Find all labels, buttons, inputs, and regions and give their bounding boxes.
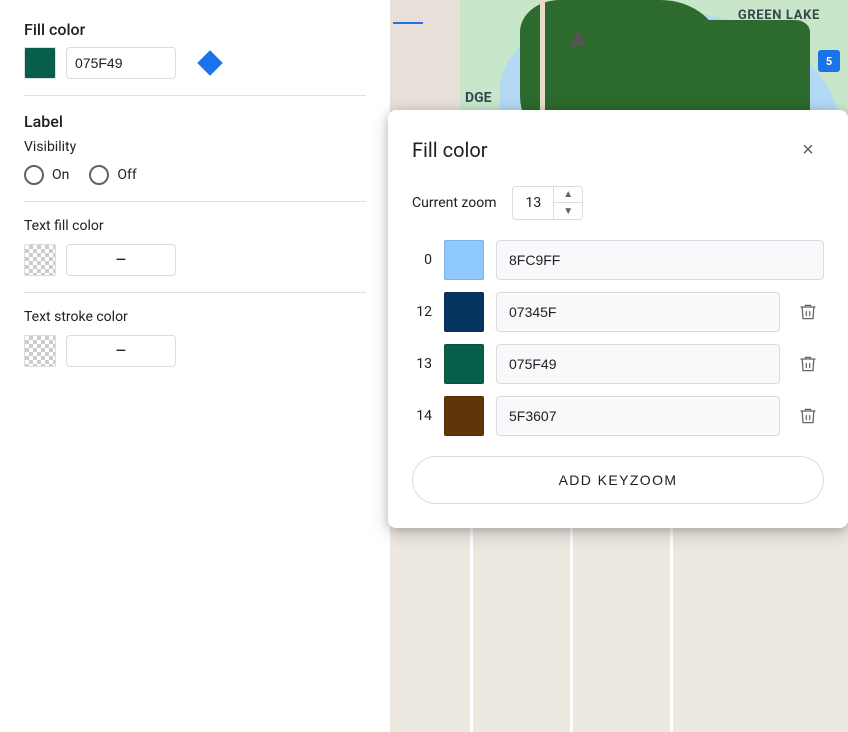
radio-on[interactable]: On [24,165,69,185]
text-stroke-section: Text stroke color – [24,309,366,367]
entry-0-hex-input[interactable] [496,240,824,280]
zoom-value: 13 [513,189,553,217]
divider-3 [24,292,366,293]
zoom-spinner[interactable]: 13 ▲ ▼ [512,186,583,220]
text-stroke-input[interactable]: – [66,335,176,367]
zoom-arrows: ▲ ▼ [553,187,582,219]
zoom-up-button[interactable]: ▲ [554,187,582,203]
text-stroke-label: Text stroke color [24,309,366,325]
add-keyzoom-button[interactable]: ADD KEYZOOM [412,456,824,504]
color-entry-13: 13 [412,344,824,384]
radio-group: On Off [24,165,366,185]
color-entry-12: 12 [412,292,824,332]
entry-0-swatch[interactable] [444,240,484,280]
text-fill-section: Text fill color – [24,218,366,276]
text-fill-input[interactable]: – [66,244,176,276]
entry-12-swatch[interactable] [444,292,484,332]
entry-13-zoom: 13 [412,356,432,372]
radio-on-label: On [52,167,69,183]
fill-color-popup: Fill color × Current zoom 13 ▲ ▼ 0 12 [388,110,848,528]
divider-2 [24,201,366,202]
highway-5-badge: 5 [826,55,832,68]
popup-title: Fill color [412,138,488,162]
fill-color-input[interactable] [66,47,176,79]
radio-off-label: Off [117,167,136,183]
zoom-down-button[interactable]: ▼ [554,203,582,219]
fill-color-section: Fill color [24,20,366,79]
label-title: Label [24,112,366,131]
entry-13-delete-button[interactable] [792,348,824,380]
entry-13-swatch[interactable] [444,344,484,384]
dge-label: DGE [465,90,492,106]
close-button[interactable]: × [792,134,824,166]
entry-12-delete-button[interactable] [792,296,824,328]
entry-0-zoom: 0 [412,252,432,268]
entry-14-hex-input[interactable] [496,396,780,436]
color-entry-0: 0 [412,240,824,280]
fill-color-swatch[interactable] [24,47,56,79]
current-zoom-label: Current zoom [412,195,496,211]
radio-off-circle [89,165,109,185]
entry-13-hex-input[interactable] [496,344,780,384]
text-stroke-swatch[interactable] [24,335,56,367]
text-fill-label: Text fill color [24,218,366,234]
entry-14-delete-button[interactable] [792,400,824,432]
divider-1 [24,95,366,96]
left-panel: Fill color Label Visibility On Off [0,0,390,732]
popup-header: Fill color × [412,134,824,166]
color-entries: 0 12 13 [412,240,824,436]
fill-color-row [24,47,366,79]
text-fill-swatch[interactable] [24,244,56,276]
fill-color-title: Fill color [24,20,366,39]
entry-12-hex-input[interactable] [496,292,780,332]
entry-14-swatch[interactable] [444,396,484,436]
green-lake-label: GREEN LAKE [738,8,820,23]
diamond-button[interactable] [194,47,226,79]
minimize-bar [393,22,423,24]
text-stroke-row: – [24,335,366,367]
zoom-row: Current zoom 13 ▲ ▼ [412,186,824,220]
diamond-icon [197,50,222,75]
visibility-label: Visibility [24,139,366,155]
radio-on-circle [24,165,44,185]
radio-off[interactable]: Off [89,165,136,185]
label-section: Label Visibility On Off [24,112,366,185]
color-entry-14: 14 [412,396,824,436]
entry-12-zoom: 12 [412,304,432,320]
entry-14-zoom: 14 [412,408,432,424]
text-fill-row: – [24,244,366,276]
